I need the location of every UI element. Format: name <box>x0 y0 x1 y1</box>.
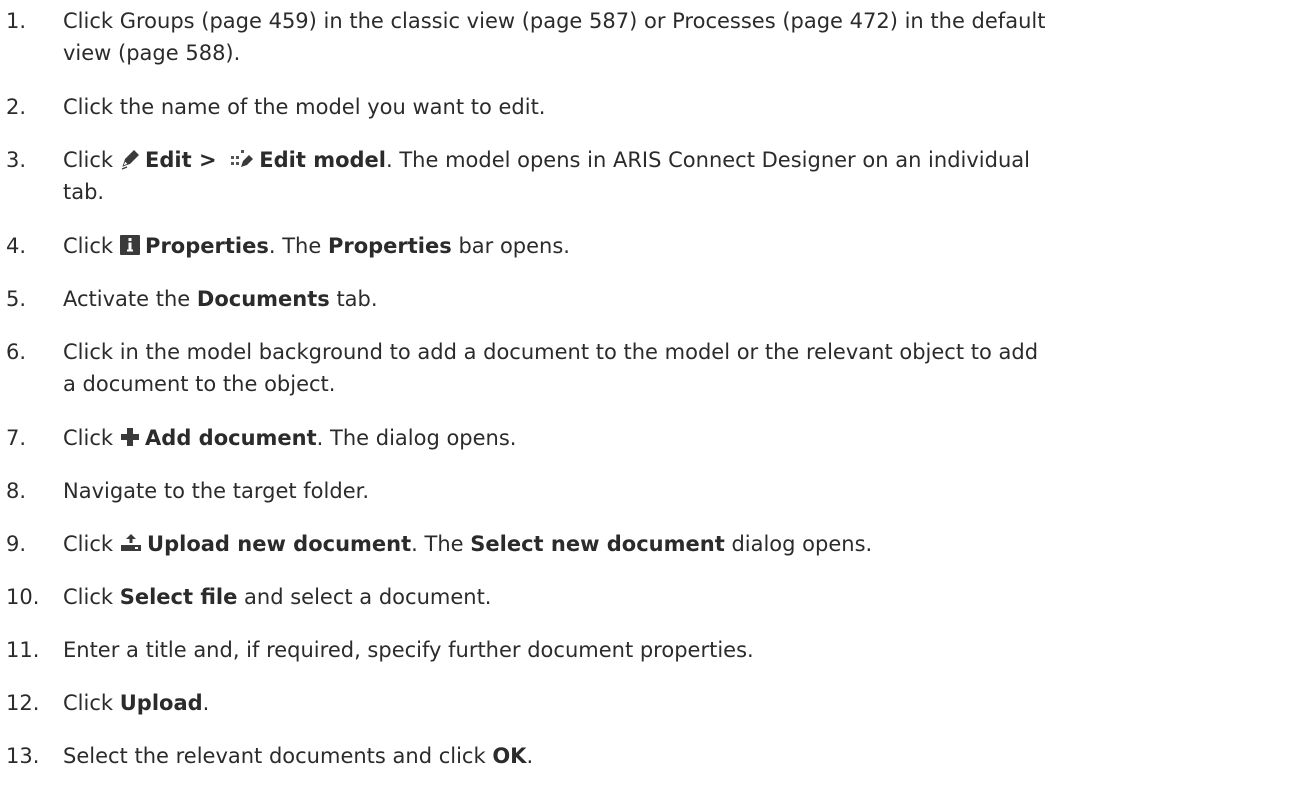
step-text-segment: dialog opens. <box>731 532 873 556</box>
step-text-segment: . <box>526 744 534 768</box>
step-text-segment: Click <box>63 691 114 715</box>
step-text-segment: . The model opens in ARIS Connect Design… <box>385 148 1030 172</box>
plus-icon <box>119 426 141 448</box>
step-text-segment: . The dialog opens. <box>316 426 517 450</box>
info-icon <box>119 234 141 256</box>
step-number: 13. <box>6 744 40 768</box>
step-text-line: Click Upload new document. The Select new… <box>63 528 1303 560</box>
step-text: Click Edit > Edit model. The model opens … <box>63 144 1303 208</box>
step-text: Navigate to the target folder. <box>63 475 1303 507</box>
step-text: Click in the model background to add a d… <box>63 336 1303 400</box>
step-text-line: Click Add document. The dialog opens. <box>63 422 1303 454</box>
step-number: 7. <box>6 426 27 450</box>
step-number: 4. <box>6 234 27 258</box>
step-number: 9. <box>6 532 27 556</box>
step-text: Click Properties. The Properties bar open… <box>63 230 1303 262</box>
step-text-segment: Click <box>63 426 114 450</box>
step-text-line: Click Upload. <box>63 687 1303 719</box>
step-text-segment: Activate the <box>63 287 191 311</box>
step-text-line: Select the relevant documents and click … <box>63 740 1303 772</box>
step-text-line: a document to the object. <box>63 372 336 396</box>
step-number: 8. <box>6 479 27 503</box>
upload-icon <box>119 532 143 554</box>
step-text-segment: Click <box>63 148 114 172</box>
step-text-segment: . <box>202 691 210 715</box>
step-bold-label: Properties <box>327 234 452 258</box>
step-text-line: Activate the Documents tab. <box>63 283 1303 315</box>
step-text-line: view (page 588). <box>63 41 241 65</box>
step-number: 11. <box>6 638 40 662</box>
step-text-segment: Click <box>63 234 114 258</box>
step-bold-label: Properties <box>145 234 269 258</box>
step-text-segment: . The <box>411 532 464 556</box>
step-text-line: Click in the model background to add a d… <box>63 340 1039 364</box>
step-bold-label: OK <box>492 744 527 768</box>
step-text: Click Groups (page 459) in the classic v… <box>63 5 1303 69</box>
step-number: 5. <box>6 287 27 311</box>
step-bold-label: Add document <box>145 426 317 450</box>
step-text-segment: Select the relevant documents and click <box>63 744 486 768</box>
pencil-icon <box>119 148 141 170</box>
step-text: Activate the Documents tab. <box>63 283 1303 315</box>
step-bold-label: Edit model <box>259 148 386 172</box>
step-bold-label: Upload <box>119 691 203 715</box>
step-bold-label: Select new document <box>470 532 725 556</box>
step-text-segment: bar opens. <box>458 234 570 258</box>
step-number: 10. <box>6 585 40 609</box>
step-bold-label: Documents <box>196 287 330 311</box>
step-text-segment: tab. <box>336 287 378 311</box>
step-bold-label: Edit > <box>145 148 217 172</box>
step-text-line: Click the name of the model you want to … <box>63 95 546 119</box>
step-text-line: Click Select file and select a document. <box>63 581 1303 613</box>
step-text-segment: . The <box>268 234 322 258</box>
step-bold-label: Select file <box>119 585 238 609</box>
step-text-segment: and select a document. <box>244 585 492 609</box>
step-number: 3. <box>6 148 27 172</box>
edit-model-icon <box>229 148 255 170</box>
step-text-segment: Click <box>63 585 114 609</box>
step-text-line: tab. <box>63 180 105 204</box>
step-text: Click Upload. <box>63 687 1303 719</box>
step-text: Click Add document. The dialog opens. <box>63 422 1303 454</box>
step-number: 1. <box>6 9 27 33</box>
step-text: Select the relevant documents and click … <box>63 740 1303 772</box>
step-bold-label: Upload new document <box>147 532 412 556</box>
step-text: Click the name of the model you want to … <box>63 91 1303 123</box>
step-text-line: Click Edit > Edit model. The model opens … <box>63 144 1303 176</box>
step-text: Click Select file and select a document. <box>63 581 1303 613</box>
step-text: Click Upload new document. The Select new… <box>63 528 1303 560</box>
step-text-line: Navigate to the target folder. <box>63 479 369 503</box>
step-number: 2. <box>6 95 27 119</box>
step-text-segment: Click <box>63 532 114 556</box>
step-text-line: Click Properties. The Properties bar open… <box>63 230 1303 262</box>
step-text-line: Click Groups (page 459) in the classic v… <box>63 9 1046 33</box>
step-number: 12. <box>6 691 40 715</box>
step-text: Enter a title and, if required, specify … <box>63 634 1303 666</box>
step-number: 6. <box>6 340 27 364</box>
step-text-line: Enter a title and, if required, specify … <box>63 638 754 662</box>
